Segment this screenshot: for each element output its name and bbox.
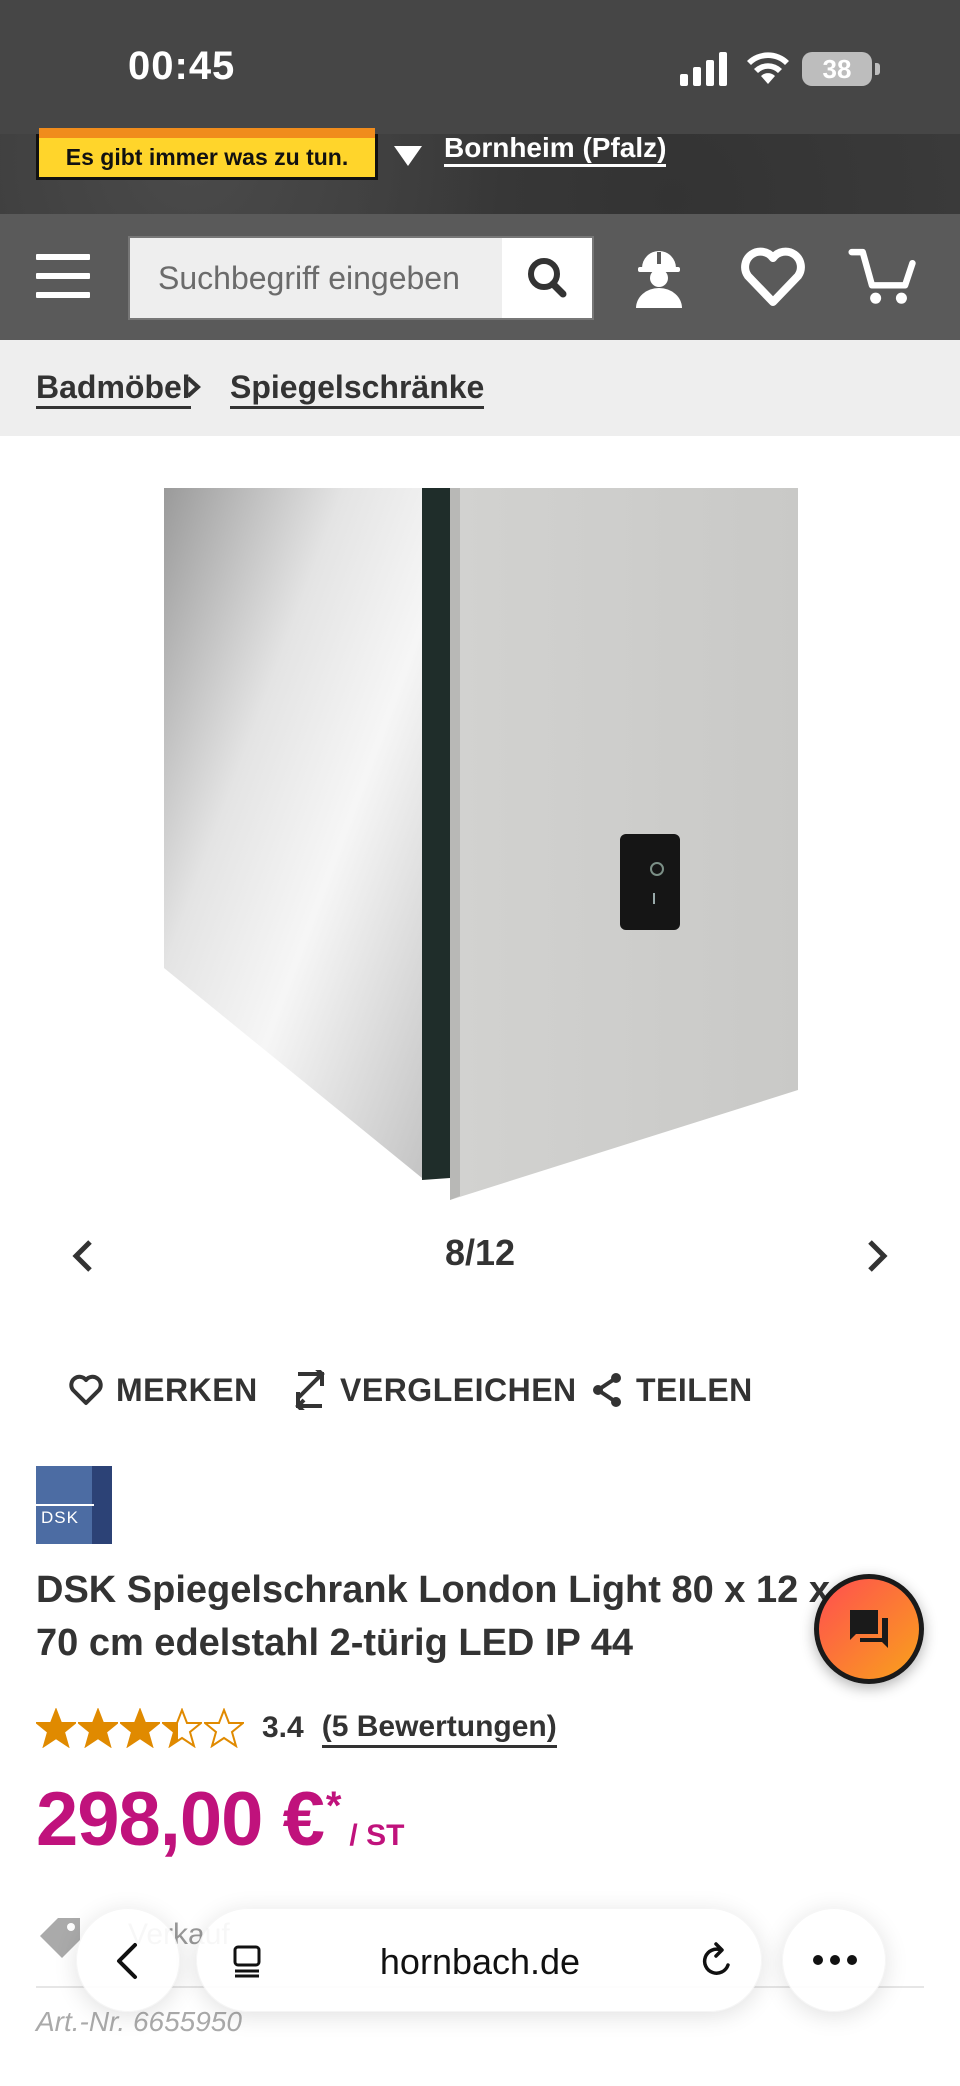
price-unit: / ST [349,1819,405,1852]
price-amount: 298,00 € [36,1777,325,1862]
product-price: 298,00 € * / ST [36,1776,404,1863]
breadcrumb: Badmöbel Spiegelschränke [0,340,960,436]
back-arrow-icon [117,1943,137,1979]
star-icon [78,1708,118,1748]
product-actions: MERKEN VERGLEICHEN TEILEN [0,1360,960,1420]
browser-toolbar: hornbach.de [0,1890,960,2086]
search-box [128,236,594,320]
chat-icon [850,1610,888,1648]
wifi-icon [747,52,789,84]
product-title: DSK Spiegelschrank London Light 80 x 12 … [36,1569,830,1664]
cart-icon[interactable] [848,242,918,312]
hornbach-logo[interactable]: Es gibt immer was zu tun. [36,128,378,180]
battery-icon: 38 [802,52,880,86]
teilen-label: TEILEN [636,1371,753,1408]
wishlist-heart-icon[interactable] [738,242,808,312]
location-marker-icon [394,146,422,166]
star-icon [204,1708,244,1748]
compare-icon [295,1370,325,1410]
chat-button[interactable] [814,1574,924,1684]
logo-tagline: Es gibt immer was zu tun. [65,144,349,170]
rating-stars [36,1708,244,1748]
heart-icon [69,1374,103,1405]
account-icon[interactable] [624,242,694,312]
price-footnote-star: * [325,1784,342,1828]
vergleichen-button[interactable]: VERGLEICHEN [292,1368,577,1412]
logo-band [39,128,375,138]
brand-logo[interactable]: DSK [36,1466,112,1544]
navigation-bar [0,214,960,340]
share-icon [593,1373,621,1407]
store-name[interactable]: Bornheim (Pfalz) [444,132,667,167]
chevron-right-icon [186,376,201,398]
search-button[interactable] [502,238,592,318]
url-text[interactable]: hornbach.de [197,1941,763,1983]
merken-button[interactable]: MERKEN [68,1368,258,1412]
status-bar: 00:45 38 [0,0,960,134]
product-image[interactable] [160,488,810,1228]
breadcrumb-item-badmoebel[interactable]: Badmöbel [36,368,191,409]
address-bar[interactable]: hornbach.de [196,1908,762,2012]
star-icon [162,1708,202,1748]
brand-logo-line [36,1504,94,1506]
menu-icon[interactable] [36,254,90,298]
battery-level: 38 [822,54,852,84]
cellular-signal-icon [680,52,727,86]
chevron-right-icon[interactable] [856,1236,896,1276]
rating-value: 3.4 [262,1711,304,1744]
star-icon [120,1708,160,1748]
browser-back-button[interactable] [76,1908,180,2012]
search-icon [528,258,567,298]
more-dots-icon [813,1955,857,1965]
vergleichen-label: VERGLEICHEN [340,1371,577,1408]
brand-strip: Es gibt immer was zu tun. Bornheim (Pfal… [0,128,960,214]
merken-label: MERKEN [116,1371,258,1408]
gallery-counter: 8/12 [444,1232,516,1273]
gallery-pager: 8/12 [0,1218,960,1288]
browser-more-button[interactable] [782,1908,886,2012]
status-time: 00:45 [128,44,236,88]
product-rating: 3.4 (5 Bewertungen) [36,1704,557,1752]
star-icon [36,1708,76,1748]
brand-logo-stripe [92,1466,112,1544]
search-input[interactable] [130,238,502,318]
reload-icon[interactable] [697,1941,737,1981]
brand-logo-text: DSK [41,1508,79,1527]
teilen-button[interactable]: TEILEN [590,1368,753,1412]
breadcrumb-item-spiegelschraenke[interactable]: Spiegelschränke [230,368,485,409]
reviews-link[interactable]: (5 Bewertungen) [321,1709,557,1748]
